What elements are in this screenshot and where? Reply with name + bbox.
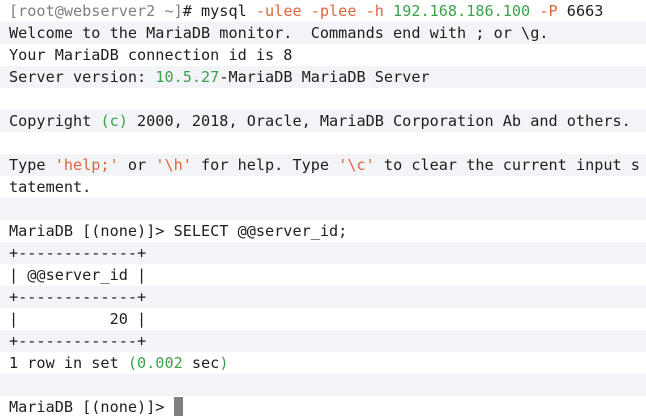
terminal-text-segment: or — [118, 156, 156, 174]
terminal-line: Server version: 10.5.27-MariaDB MariaDB … — [0, 66, 646, 88]
terminal-text-segment: ) — [219, 354, 229, 372]
terminal-text-segment: 1 row in set — [9, 354, 128, 372]
terminal-text-segment: -ulee -plee -h — [255, 2, 394, 20]
terminal-line: MariaDB [(none)]> SELECT @@server_id; — [0, 220, 646, 242]
terminal-line: 1 row in set (0.002 sec) — [0, 352, 646, 374]
terminal-window[interactable]: [root@webserver2 ~]# mysql -ulee -plee -… — [0, 0, 646, 417]
terminal-text-segment: 2000, 2018, Oracle, MariaDB Corporation … — [127, 112, 631, 130]
terminal-text-segment: (0.002 — [127, 354, 183, 372]
terminal-text-segment: Server version: — [9, 68, 156, 86]
terminal-line: MariaDB [(none)]> — [0, 396, 646, 417]
terminal-text-segment: '\h' — [155, 156, 192, 174]
terminal-text-segment: [root@webserver2 ~] — [9, 2, 183, 20]
terminal-line: +-------------+ — [0, 330, 646, 352]
terminal-line: | 20 | — [0, 308, 646, 330]
terminal-text-segment: 'help;' — [54, 156, 119, 174]
terminal-text-segment: Type — [9, 156, 55, 174]
terminal-line: tatement. — [0, 176, 646, 198]
terminal-text-segment: | 20 | — [9, 310, 147, 328]
terminal-line: Type 'help;' or '\h' for help. Type '\c'… — [0, 154, 646, 176]
terminal-text-segment: 192.168.186.100 — [393, 2, 540, 20]
terminal-line: Copyright (c) 2000, 2018, Oracle, MariaD… — [0, 110, 646, 132]
terminal-text-segment: Welcome to the MariaDB monitor. Commands… — [9, 24, 549, 42]
terminal-text-segment: 6663 — [566, 2, 604, 20]
terminal-text-segment: +-------------+ — [9, 332, 147, 350]
terminal-text-segment: '\c' — [338, 156, 375, 174]
terminal-text-segment: MariaDB [(none)]> SELECT @@server_id; — [9, 222, 348, 240]
terminal-text-segment: sec — [182, 354, 220, 372]
terminal-text-segment: MariaDB [(none)]> — [9, 398, 174, 416]
terminal-text-segment: Your MariaDB connection id is 8 — [9, 46, 293, 64]
terminal-text-segment: +-------------+ — [9, 288, 147, 306]
terminal-text-segment: # mysql — [182, 2, 256, 20]
terminal-line — [0, 198, 646, 220]
terminal-text-segment: 10.5.27 — [155, 68, 220, 86]
terminal-text-segment: +-------------+ — [9, 244, 147, 262]
terminal-text-segment: -MariaDB MariaDB Server — [219, 68, 430, 86]
terminal-text-segment: for help. Type — [191, 156, 339, 174]
terminal-line: | @@server_id | — [0, 264, 646, 286]
terminal-line — [0, 374, 646, 396]
terminal-line: +-------------+ — [0, 242, 646, 264]
terminal-text-segment: | @@server_id | — [9, 266, 147, 284]
terminal-text-segment: -P — [539, 2, 567, 20]
terminal-text-segment: (c) — [100, 112, 128, 130]
terminal-line: +-------------+ — [0, 286, 646, 308]
terminal-line: Welcome to the MariaDB monitor. Commands… — [0, 22, 646, 44]
terminal-line: [root@webserver2 ~]# mysql -ulee -plee -… — [0, 0, 646, 22]
text-cursor[interactable] — [173, 397, 183, 416]
terminal-text-segment: to clear the current input s — [374, 156, 640, 174]
terminal-text-segment: Copyright — [9, 112, 101, 130]
terminal-text-segment: tatement. — [9, 178, 92, 196]
terminal-line: Your MariaDB connection id is 8 — [0, 44, 646, 66]
